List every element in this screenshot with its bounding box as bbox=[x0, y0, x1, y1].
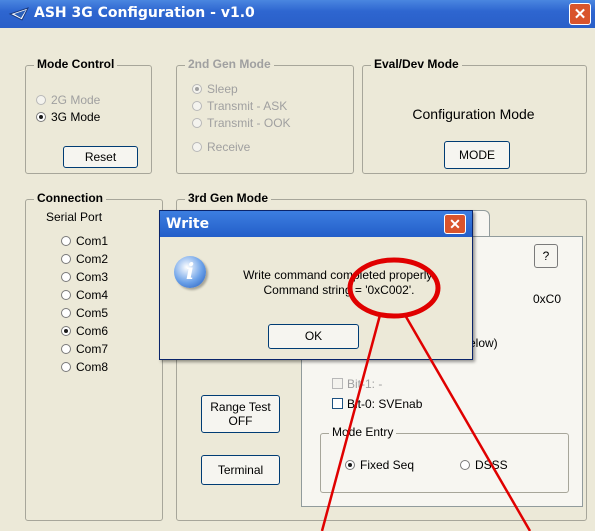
annotation-line-right bbox=[403, 314, 532, 531]
annotation-ellipse bbox=[347, 257, 441, 319]
annotation-line-left bbox=[320, 314, 382, 531]
annotation-overlay bbox=[320, 257, 532, 531]
